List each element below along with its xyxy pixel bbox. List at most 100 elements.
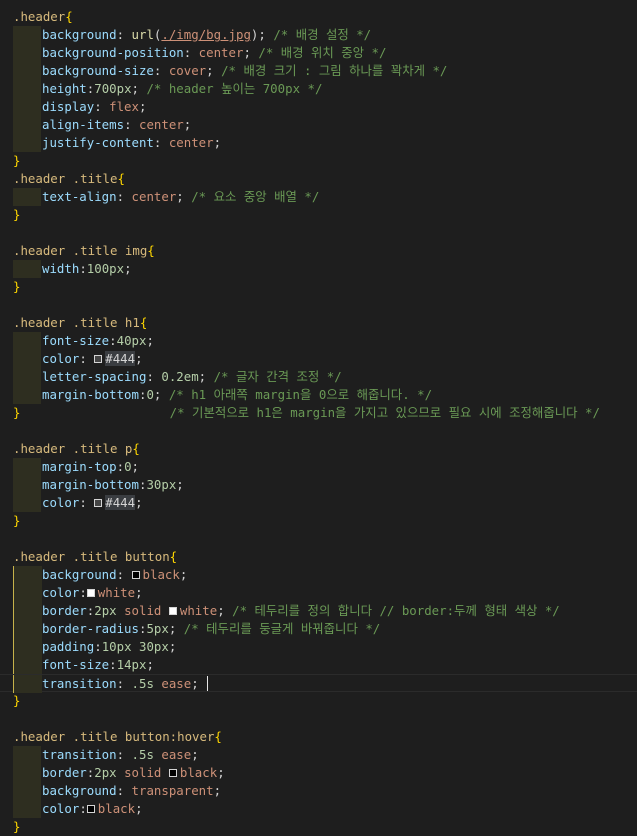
token-p: : (109, 333, 117, 348)
code-line[interactable]: .header .title img{ (0, 242, 637, 260)
indent-guide (13, 350, 41, 368)
code-line[interactable]: border-radius:5px; /* 테두리를 둥글게 바꿔줍니다 */ (0, 620, 637, 638)
indent-guide (13, 638, 42, 656)
code-text: } (13, 152, 20, 170)
token-p: : (116, 676, 132, 691)
code-line[interactable]: justify-content: center; (0, 134, 637, 152)
code-line[interactable]: } (0, 152, 637, 170)
code-text: font-size:14px; (42, 656, 154, 674)
token-prop: margin-bottom (42, 387, 139, 402)
token-cmt: /* 요소 중앙 배열 */ (191, 189, 320, 204)
code-line[interactable]: } (0, 818, 637, 836)
code-text: display: flex; (42, 98, 146, 116)
token-sel: .header .title (13, 171, 118, 186)
code-line[interactable]: font-size:40px; (0, 332, 637, 350)
code-line[interactable]: .header .title button:hover{ (0, 728, 637, 746)
code-line[interactable] (0, 422, 637, 440)
code-line[interactable]: width:100px; (0, 260, 637, 278)
code-line[interactable]: .header .title h1{ (0, 314, 637, 332)
color-swatch-icon[interactable] (94, 355, 103, 363)
code-text: height:700px; /* header 높이는 700px */ (42, 80, 322, 98)
code-line[interactable]: letter-spacing: 0.2em; /* 글자 간격 조정 */ (0, 368, 637, 386)
code-line[interactable]: background: black; (0, 566, 637, 584)
code-line[interactable]: background-size: cover; /* 배경 크기 : 그림 하나… (0, 62, 637, 80)
code-line[interactable]: color: black; (0, 800, 637, 818)
code-line[interactable]: } /* 기본적으로 h1은 margin을 가지고 있으므로 필요 시에 조정… (0, 404, 637, 422)
code-line[interactable]: color: #444; (0, 350, 637, 368)
code-line[interactable]: } (0, 512, 637, 530)
token-prop: background-size (42, 63, 154, 78)
code-line[interactable]: font-size:14px; (0, 656, 637, 674)
token-p: ; (135, 585, 143, 600)
code-line[interactable]: .header{ (0, 8, 637, 26)
token-num: 2px (94, 603, 117, 618)
token-p: : (79, 801, 87, 816)
code-text: .header .title button{ (13, 548, 177, 566)
token-p (161, 603, 168, 618)
token-prop: color (42, 801, 80, 816)
color-swatch-icon[interactable] (94, 499, 103, 507)
code-line[interactable]: background: url(./img/bg.jpg); /* 배경 설정 … (0, 26, 637, 44)
token-p: : (116, 27, 132, 42)
code-line[interactable]: } (0, 206, 637, 224)
code-line[interactable] (0, 710, 637, 728)
code-text: border:2px solid white; /* 테두리를 정의 합니다 /… (42, 602, 560, 620)
color-swatch-icon[interactable] (131, 571, 140, 579)
code-text: } (13, 692, 20, 710)
code-line[interactable]: height:700px; /* header 높이는 700px */ (0, 80, 637, 98)
code-line[interactable]: transition: .5s ease; (0, 746, 637, 764)
indent-guide (13, 134, 41, 152)
code-line[interactable]: .header .title{ (0, 170, 637, 188)
code-line[interactable]: .header .title p{ (0, 440, 637, 458)
token-p: ; (146, 657, 154, 672)
token-p: ; (176, 189, 192, 204)
token-num: 0 (124, 459, 132, 474)
code-line[interactable]: display: flex; (0, 98, 637, 116)
code-line[interactable]: border:2px solid black; (0, 764, 637, 782)
token-p: ; (213, 783, 222, 798)
code-line[interactable]: background: transparent; (0, 782, 637, 800)
code-line[interactable]: margin-bottom:30px; (0, 476, 637, 494)
code-line[interactable]: transition: .5s ease; (0, 674, 637, 693)
token-p: ; (206, 63, 222, 78)
token-val: solid (124, 603, 162, 618)
code-line[interactable]: padding:10px 30px; (0, 638, 637, 656)
code-line[interactable]: align-items: center; (0, 116, 637, 134)
code-line[interactable]: } (0, 692, 637, 710)
token-p: ; (124, 261, 132, 276)
indent-guide (13, 458, 41, 476)
token-p (20, 405, 169, 420)
code-line[interactable]: background-position: center; /* 배경 위치 중앙… (0, 44, 637, 62)
indent-guide (13, 368, 41, 386)
token-cmt: /* 배경 위치 중앙 */ (258, 45, 387, 60)
code-line[interactable] (0, 530, 637, 548)
color-swatch-icon[interactable] (168, 607, 177, 615)
token-p: : (116, 747, 132, 762)
code-line[interactable] (0, 296, 637, 314)
color-swatch-icon[interactable] (168, 769, 177, 777)
token-num: 0 (146, 387, 154, 402)
code-line[interactable]: } (0, 278, 637, 296)
code-line[interactable]: border:2px solid white; /* 테두리를 정의 합니다 /… (0, 602, 637, 620)
indent-guide (13, 494, 41, 512)
token-cmt: /* 글자 간격 조정 */ (213, 369, 342, 384)
token-p: : (116, 567, 132, 582)
token-prop: background (42, 567, 117, 582)
indent-guide (13, 98, 41, 116)
token-brace: } (13, 279, 21, 294)
color-swatch-icon[interactable] (86, 805, 95, 813)
code-line[interactable]: color: #444; (0, 494, 637, 512)
code-line[interactable] (0, 224, 637, 242)
token-val: center (198, 45, 244, 60)
indent-guide (13, 746, 41, 764)
color-swatch-icon[interactable] (86, 589, 95, 597)
code-line[interactable]: .header .title button{ (0, 548, 637, 566)
token-p: : (116, 189, 132, 204)
code-editor[interactable]: .header{background: url(./img/bg.jpg); /… (0, 0, 637, 836)
code-line[interactable]: text-align: center; /* 요소 중앙 배열 */ (0, 188, 637, 206)
code-line[interactable]: margin-top:0; (0, 458, 637, 476)
code-line[interactable]: color: white; (0, 584, 637, 602)
token-p: : (79, 261, 87, 276)
code-line[interactable]: margin-bottom:0; /* h1 아래쪽 margin을 0으로 해… (0, 386, 637, 404)
token-p: ; (179, 567, 188, 582)
